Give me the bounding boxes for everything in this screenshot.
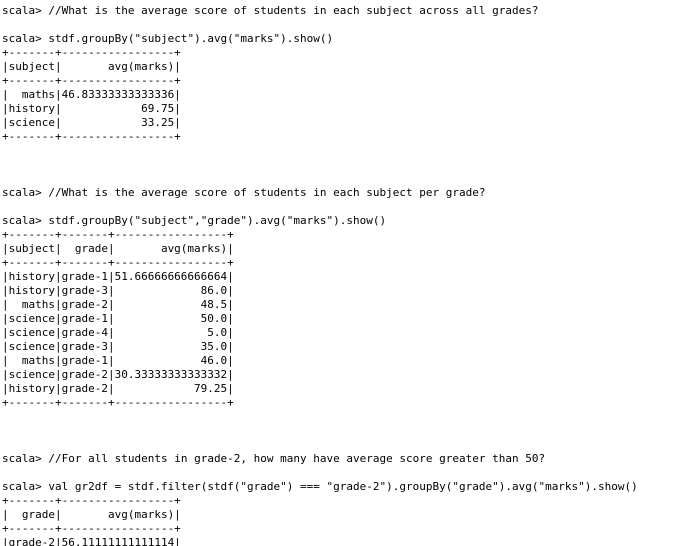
table-row: |science|grade-4| 5.0| <box>2 326 234 339</box>
table-border: +-------+-----------------+ <box>2 130 181 143</box>
prompt: scala> <box>2 214 42 227</box>
command-line-2: scala> stdf.groupBy("subject","grade").a… <box>2 214 682 228</box>
table-border: +-------+-------+-----------------+ <box>2 256 234 269</box>
table-row: |history|grade-2| 79.25| <box>2 382 234 395</box>
table-header: | grade| avg(marks)| <box>2 508 181 521</box>
table-border: +-------+-------+-----------------+ <box>2 228 234 241</box>
command-text: stdf.groupBy("subject").avg("marks").sho… <box>48 32 334 45</box>
table-row: | maths|46.83333333333336| <box>2 88 181 101</box>
table-row: | maths|grade-2| 48.5| <box>2 298 234 311</box>
command-line-1: scala> stdf.groupBy("subject").avg("mark… <box>2 32 682 46</box>
comment-text: //What is the average score of students … <box>48 186 486 199</box>
comment-line-2: scala> //What is the average score of st… <box>2 186 682 200</box>
command-text: stdf.groupBy("subject","grade").avg("mar… <box>48 214 387 227</box>
prompt: scala> <box>2 452 42 465</box>
table-row: |science|grade-3| 35.0| <box>2 340 234 353</box>
table-header: |subject| avg(marks)| <box>2 60 181 73</box>
table-row: | maths|grade-1| 46.0| <box>2 354 234 367</box>
comment-text: //What is the average score of students … <box>48 4 539 17</box>
comment-line-1: scala> //What is the average score of st… <box>2 4 682 18</box>
table-row: |science|grade-1| 50.0| <box>2 312 234 325</box>
table-border: +-------+-----------------+ <box>2 46 181 59</box>
table-row: |history|grade-1|51.66666666666664| <box>2 270 234 283</box>
table-header: |subject| grade| avg(marks)| <box>2 242 234 255</box>
table-border: +-------+-------+-----------------+ <box>2 396 234 409</box>
table-row: |science| 33.25| <box>2 116 181 129</box>
table-row: |history|grade-3| 86.0| <box>2 284 234 297</box>
table-border: +-------+-----------------+ <box>2 494 181 507</box>
command-text: val gr2df = stdf.filter(stdf("grade") ==… <box>48 480 638 493</box>
command-line-3: scala> val gr2df = stdf.filter(stdf("gra… <box>2 480 682 494</box>
prompt: scala> <box>2 32 42 45</box>
prompt: scala> <box>2 480 42 493</box>
prompt: scala> <box>2 186 42 199</box>
table-row: |grade-2|56.11111111111114| <box>2 536 181 546</box>
table-border: +-------+-----------------+ <box>2 522 181 535</box>
table-border: +-------+-----------------+ <box>2 74 181 87</box>
prompt: scala> <box>2 4 42 17</box>
table-row: |history| 69.75| <box>2 102 181 115</box>
table-row: |science|grade-2|30.33333333333332| <box>2 368 234 381</box>
comment-line-3: scala> //For all students in grade-2, ho… <box>2 452 682 466</box>
terminal-window[interactable]: scala> //What is the average score of st… <box>0 0 682 546</box>
comment-text: //For all students in grade-2, how many … <box>48 452 546 465</box>
